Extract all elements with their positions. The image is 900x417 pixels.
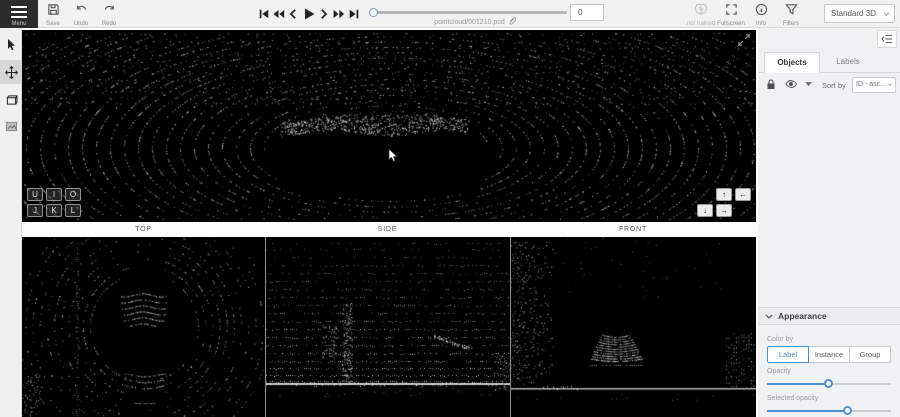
expand-view-icon[interactable]: [738, 34, 750, 46]
point-cloud-canvas[interactable]: [22, 30, 756, 222]
main-3d-view[interactable]: U I O J K L ↑ ← ↓ →: [22, 30, 756, 222]
app-root: Menu Save Undo Redo pointcloud/00121: [0, 0, 900, 417]
undo-icon: [75, 3, 88, 16]
visibility-icon[interactable]: [785, 79, 797, 89]
front-view-label: FRONT: [510, 222, 756, 237]
frame-timeline-slider[interactable]: [371, 11, 567, 14]
image-tool-button[interactable]: [0, 114, 22, 138]
arrow-up-button[interactable]: ↑: [716, 188, 732, 201]
color-by-label-option[interactable]: Label: [767, 346, 809, 363]
view-mode-value: Standard 3D: [831, 9, 876, 18]
list-layout-icon: [881, 34, 893, 44]
chevron-down-icon[interactable]: [805, 82, 812, 87]
side-view-canvas[interactable]: [266, 237, 510, 417]
attachment-icon: [508, 16, 516, 25]
hotkey-j-button[interactable]: J: [27, 204, 43, 217]
collapse-chevron-icon: [765, 314, 773, 320]
playback-controls: [256, 0, 361, 28]
arrow-right-button[interactable]: →: [716, 204, 732, 217]
fast-backward-button[interactable]: [271, 3, 286, 25]
arrow-left-button[interactable]: ←: [735, 188, 751, 201]
camera-hotkey-pad: U I O J K L: [27, 188, 81, 217]
hotkey-u-button[interactable]: U: [27, 188, 43, 201]
panel-topbar: [758, 28, 900, 52]
viewport-label-strip: TOP SIDE FRONT: [22, 222, 756, 237]
menu-label: Menu: [0, 21, 38, 27]
next-frame-button[interactable]: [316, 3, 331, 25]
frame-number-input[interactable]: [570, 4, 604, 21]
top-view-canvas[interactable]: [22, 237, 265, 417]
opacity-slider-thumb[interactable]: [824, 379, 833, 388]
appearance-section: Appearance Color by Label Instance Group…: [758, 307, 900, 417]
pointer-icon: [6, 38, 17, 51]
filter-icon: [785, 3, 798, 16]
cuboid-tool-button[interactable]: [0, 88, 22, 112]
pointer-tool-button[interactable]: [0, 32, 22, 56]
fullscreen-icon: [725, 3, 738, 16]
opacity-label: Opacity: [767, 368, 891, 375]
skip-first-button[interactable]: [256, 3, 271, 25]
hotkey-k-button[interactable]: K: [46, 204, 62, 217]
move-tool-button[interactable]: [0, 60, 22, 84]
redo-icon: [103, 3, 116, 16]
hotkey-i-button[interactable]: I: [46, 188, 62, 201]
sort-value: ID - asc...: [856, 81, 886, 88]
tab-labels[interactable]: Labels: [824, 52, 872, 73]
move-icon: [5, 66, 18, 79]
skip-last-button[interactable]: [346, 3, 361, 25]
fast-forward-button[interactable]: [331, 3, 346, 25]
objects-panel: Objects Labels Sort by ID - asc... Appea…: [758, 28, 900, 417]
top-view-label: TOP: [22, 222, 265, 237]
redo-label: Redo: [90, 21, 128, 27]
cuboid-icon: [5, 95, 18, 106]
color-by-segmented-control: Label Instance Group: [767, 346, 891, 363]
save-icon: [47, 3, 60, 16]
arrow-down-button[interactable]: ↓: [697, 204, 713, 217]
color-by-group-option[interactable]: Group: [849, 346, 891, 363]
sort-by-label: Sort by: [822, 81, 846, 90]
selected-opacity-slider-thumb[interactable]: [843, 406, 852, 415]
color-by-instance-option[interactable]: Instance: [808, 346, 850, 363]
hotkey-o-button[interactable]: O: [65, 188, 81, 201]
side-view-label: SIDE: [265, 222, 510, 237]
selected-opacity-label: Selected opacity: [767, 395, 891, 402]
hamburger-icon: [11, 6, 27, 21]
chevron-down-icon: [883, 12, 890, 17]
prev-frame-button[interactable]: [286, 3, 301, 25]
chevron-down-icon: [887, 83, 893, 87]
current-file-label: pointcloud/001210.pcd: [390, 16, 560, 26]
opacity-slider[interactable]: [767, 378, 891, 390]
front-view-canvas[interactable]: [511, 237, 756, 417]
appearance-header[interactable]: Appearance: [758, 307, 900, 325]
appearance-title: Appearance: [778, 311, 827, 321]
filename-text: pointcloud/001210.pcd: [434, 19, 504, 26]
tab-objects[interactable]: Objects: [764, 52, 820, 73]
redo-button[interactable]: Redo: [94, 0, 124, 28]
selected-opacity-slider[interactable]: [767, 405, 891, 417]
panel-layout-button[interactable]: [877, 30, 897, 48]
hotkey-l-button[interactable]: L: [65, 204, 81, 217]
lock-icon[interactable]: [766, 79, 776, 90]
panel-tabs: Objects Labels: [758, 52, 900, 73]
mouse-cursor: [388, 148, 398, 163]
orthographic-views: [22, 237, 756, 417]
sort-select[interactable]: ID - asc...: [852, 77, 896, 93]
info-icon: [755, 3, 768, 16]
image-icon: [5, 121, 18, 132]
objects-filter-row: Sort by ID - asc...: [758, 73, 900, 97]
filters-label: Filters: [772, 21, 810, 27]
camera-arrow-pad: ↑ ← ↓ →: [697, 188, 751, 217]
color-by-label: Color by: [767, 336, 891, 343]
timeline-thumb[interactable]: [369, 8, 378, 17]
brain-icon: [694, 3, 708, 16]
view-mode-select[interactable]: Standard 3D: [824, 4, 895, 23]
left-toolbar: [0, 28, 22, 417]
menu-button[interactable]: Menu: [0, 0, 38, 28]
filters-button[interactable]: Filters: [776, 0, 806, 28]
play-button[interactable]: [301, 3, 316, 25]
topbar: Menu Save Undo Redo pointcloud/00121: [0, 0, 900, 28]
